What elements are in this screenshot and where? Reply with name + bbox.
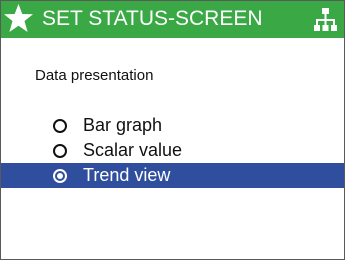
network-icon[interactable] [314, 8, 337, 31]
option-bar-graph[interactable]: Bar graph [1, 113, 344, 138]
option-trend-view[interactable]: Trend view [1, 163, 344, 188]
option-label: Trend view [83, 165, 171, 185]
page-title: SET STATUS-SCREEN [42, 7, 263, 30]
header-bar: SET STATUS-SCREEN [1, 1, 344, 38]
star-icon [4, 4, 33, 32]
presentation-options: Bar graph Scalar value Trend view [1, 113, 344, 188]
option-scalar-value[interactable]: Scalar value [1, 138, 344, 163]
option-label: Bar graph [83, 115, 163, 135]
radio-unchecked-icon[interactable] [53, 119, 67, 133]
option-label: Scalar value [83, 140, 183, 160]
radio-checked-icon[interactable] [53, 169, 67, 183]
radio-unchecked-icon[interactable] [53, 144, 67, 158]
data-presentation-label: Data presentation [35, 67, 154, 84]
status-screen: SET STATUS-SCREEN Data presentation Bar … [0, 0, 345, 260]
